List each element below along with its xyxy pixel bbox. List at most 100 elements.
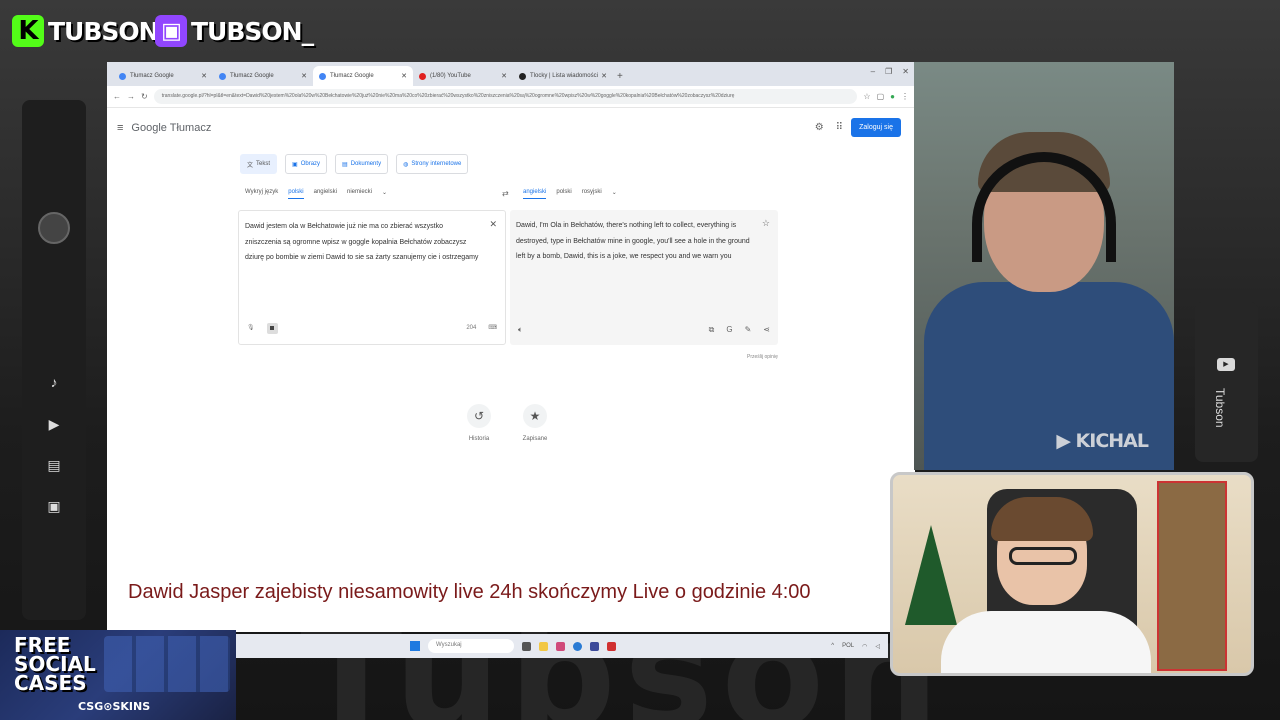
lang-detect[interactable]: Wykryj język [245, 189, 278, 199]
tab-text[interactable]: 文 Tekst [240, 154, 278, 174]
close-tab-icon[interactable]: ✕ [501, 72, 507, 80]
character-count: 204 [466, 324, 477, 331]
apps-grid-icon[interactable]: ⠿ [836, 122, 843, 133]
edit-translation-icon[interactable]: ✎ [745, 322, 752, 338]
header-icons: ⚙ ⠿ [815, 122, 843, 133]
lang-english[interactable]: angielski [314, 189, 337, 199]
google-translate-logo[interactable]: Google Tłumacz [131, 122, 211, 134]
browser-window: Tłumacz Google ✕ Tłumacz Google ✕ Tłumacz … [107, 62, 915, 632]
tiktok-favicon-icon [519, 72, 526, 80]
close-tab-icon[interactable]: ✕ [601, 72, 607, 80]
menu-dots-icon[interactable]: ⋮ [901, 92, 909, 101]
kick-channel-name: TUBSON [48, 16, 160, 46]
volume-icon[interactable]: ◁ [875, 643, 880, 650]
right-overlay-sidebar: ▶ Tubson [1195, 302, 1258, 462]
source-text[interactable]: Dawid jestem ola w Bełchatowie już nie m… [245, 219, 499, 266]
chrome-icon[interactable] [573, 641, 582, 651]
microphone-icon[interactable]: 🎙︎ [247, 321, 255, 337]
case-images [104, 636, 230, 692]
task-view-icon[interactable] [522, 641, 531, 651]
target-toolbar: 🔈︎ ⧉ G ✎ ⋖ [518, 322, 770, 338]
speaker-icon[interactable]: 🔈︎ [518, 322, 523, 338]
browser-tab[interactable]: (1/80) YouTube ✕ [413, 66, 513, 86]
translate-header: ≡ Google Tłumacz ⚙ ⠿ Zaloguj się [107, 108, 915, 148]
tab-title: Tłumacz Google [230, 73, 274, 79]
tab-bar: Tłumacz Google ✕ Tłumacz Google ✕ Tłumacz … [107, 62, 915, 86]
lang-russian[interactable]: rosyjski [582, 189, 602, 199]
keyboard-icon[interactable]: ⌨ [488, 321, 497, 337]
promo-headline: FREE SOCIAL CASES [14, 635, 96, 693]
close-window-icon[interactable]: ✕ [902, 67, 909, 76]
tab-websites[interactable]: ◍ Strony internetowe [396, 154, 469, 174]
bookmark-star-icon[interactable]: ☆ [863, 92, 870, 101]
source-text-area[interactable]: Dawid jestem ola w Bełchatowie już nie m… [238, 210, 506, 345]
christmas-tree [905, 525, 957, 625]
source-language-bar: Wykryj język polski angielski niemiecki … [245, 189, 387, 199]
new-tab-icon[interactable]: + [617, 71, 623, 82]
windows-taskbar: Wyszukaj ^ POL ◠ ◁ [236, 634, 888, 658]
lang-polish-selected[interactable]: polski [288, 189, 304, 199]
app-icon[interactable] [556, 641, 565, 651]
scrolling-ticker: Dawid Jasper zajebisty niesamowity live … [107, 576, 890, 612]
tab-label: Strony internetowe [411, 161, 462, 167]
close-tab-icon[interactable]: ✕ [201, 72, 207, 80]
document-icon: ▤ [342, 161, 348, 168]
translate-icon: 文 [247, 162, 254, 169]
settings-gear-icon[interactable]: ⚙ [815, 122, 824, 133]
share-icon[interactable]: ⋖ [763, 322, 770, 338]
browser-tab[interactable]: Tlocky | Lista wiadomości ✕ [513, 66, 613, 86]
save-translation-star-icon[interactable]: ☆ [762, 216, 770, 232]
url-input[interactable]: translate.google.pl/?hl=pl&tl=en&text=Da… [153, 89, 858, 104]
saved-label: Zapisane [522, 436, 548, 442]
browser-tab-active[interactable]: Tłumacz Google ✕ [313, 66, 413, 86]
image-icon: ▣ [292, 161, 298, 168]
wifi-icon[interactable]: ◠ [862, 643, 867, 650]
hamburger-menu-icon[interactable]: ≡ [117, 122, 123, 134]
restore-icon[interactable]: ❐ [885, 67, 892, 76]
swap-languages-icon[interactable]: ⇄ [502, 189, 509, 198]
login-button[interactable]: Zaloguj się [851, 118, 901, 137]
tray-language[interactable]: POL [842, 643, 854, 650]
taskbar-search-input[interactable]: Wyszukaj [428, 639, 514, 653]
stop-listen-button[interactable] [266, 322, 278, 334]
lang-english-selected[interactable]: angielski [523, 189, 547, 199]
webcam-hair [991, 497, 1093, 541]
history-icon: ↺ [467, 404, 491, 428]
file-explorer-icon[interactable] [539, 641, 548, 651]
lang-german[interactable]: niemiecki [347, 189, 372, 199]
send-feedback-link[interactable]: Prześlij opinię [747, 354, 778, 360]
copy-icon[interactable]: ⧉ [709, 322, 715, 338]
history-button[interactable]: ↺ Historia [459, 404, 499, 442]
tab-label: Obrazy [300, 161, 321, 167]
ticker-text: Dawid Jasper zajebisty niesamowity live … [128, 581, 811, 603]
tab-images[interactable]: ▣ Obrazy [285, 154, 328, 174]
webcam-shirt [941, 611, 1151, 673]
tab-title: Tłumacz Google [330, 73, 374, 79]
play-icon: ▶ [48, 416, 60, 432]
chevron-down-icon[interactable]: ⌄ [612, 189, 617, 199]
windows-start-icon[interactable] [410, 641, 420, 651]
image-icon: ▣ [47, 498, 61, 514]
close-tab-icon[interactable]: ✕ [401, 72, 407, 80]
lang-polish[interactable]: polski [556, 189, 571, 199]
profile-icon[interactable]: ● [890, 92, 895, 101]
kick-icon: K [12, 15, 44, 47]
clear-text-icon[interactable]: ✕ [489, 217, 497, 233]
youtube-favicon-icon [419, 72, 426, 80]
close-tab-icon[interactable]: ✕ [301, 72, 307, 80]
browser-tab[interactable]: Tłumacz Google ✕ [113, 66, 213, 86]
saved-button[interactable]: ★ Zapisane [515, 404, 555, 442]
back-icon[interactable]: ← [113, 92, 121, 101]
app-icon[interactable] [607, 641, 616, 651]
chevron-down-icon[interactable]: ⌄ [382, 189, 387, 199]
minimize-icon[interactable]: – [871, 67, 875, 76]
forward-icon[interactable]: → [127, 92, 135, 101]
extensions-icon[interactable]: ▢ [877, 92, 885, 101]
tab-title: Tlocky | Lista wiadomości [530, 73, 598, 79]
tab-documents[interactable]: ▤ Dokumenty [335, 154, 389, 174]
google-icon[interactable]: G [726, 322, 732, 338]
browser-tab[interactable]: Tłumacz Google ✕ [213, 66, 313, 86]
reload-icon[interactable]: ↻ [141, 92, 148, 101]
app-icon[interactable] [590, 641, 599, 651]
tray-chevron-icon[interactable]: ^ [831, 643, 834, 650]
